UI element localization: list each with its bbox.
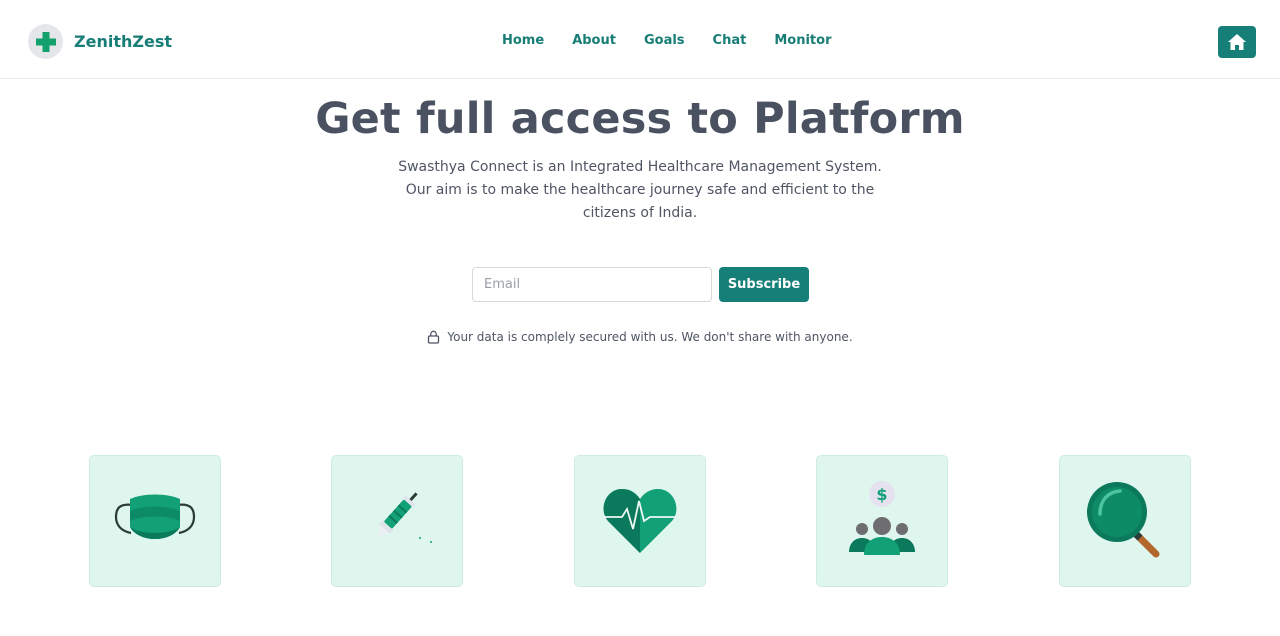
nav-link-about[interactable]: About	[572, 33, 616, 48]
hero-description: Swasthya Connect is an Integrated Health…	[398, 159, 882, 221]
security-note-text: Your data is complely secured with us. W…	[447, 330, 853, 344]
navbar: ZenithZest Home About Goals Chat Monitor	[0, 0, 1280, 79]
magnifying-glass-icon	[1087, 482, 1160, 558]
medical-cross-icon	[28, 24, 63, 59]
svg-text:$: $	[876, 485, 887, 504]
nav-link-chat[interactable]: Chat	[713, 33, 747, 48]
feature-cards: $	[89, 455, 1191, 587]
syringe-icon	[377, 492, 432, 543]
feature-card-heart	[574, 455, 706, 587]
brand-name: ZenithZest	[74, 32, 172, 51]
nav-link-goals[interactable]: Goals	[644, 33, 685, 48]
heart-pulse-icon	[603, 489, 677, 553]
feature-card-funding: $	[816, 455, 948, 587]
feature-card-search	[1059, 455, 1191, 587]
brand[interactable]: ZenithZest	[28, 24, 172, 59]
nav-link-monitor[interactable]: Monitor	[774, 33, 831, 48]
feature-card-syringe	[331, 455, 463, 587]
email-input[interactable]	[472, 267, 712, 302]
security-note: Your data is complely secured with us. W…	[0, 330, 1280, 344]
home-icon	[1228, 34, 1246, 50]
subscribe-form: Subscribe	[472, 267, 809, 302]
hero-title: Get full access to Platform	[315, 94, 965, 144]
community-funding-icon: $	[849, 481, 915, 555]
nav-links: Home About Goals Chat Monitor	[502, 33, 859, 48]
face-mask-icon	[114, 494, 196, 539]
subscribe-button[interactable]: Subscribe	[719, 267, 809, 302]
home-button[interactable]	[1218, 26, 1256, 58]
lock-icon	[427, 330, 440, 344]
nav-link-home[interactable]: Home	[502, 33, 544, 48]
feature-card-mask	[89, 455, 221, 587]
